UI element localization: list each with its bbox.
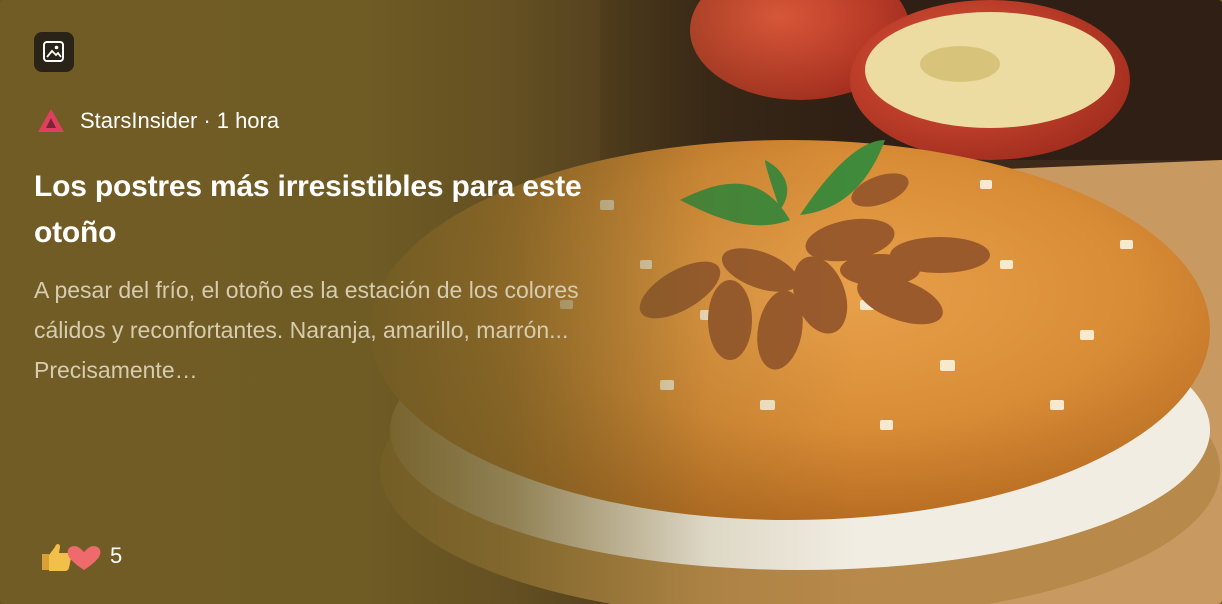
- reaction-count: 5: [110, 543, 123, 568]
- source-name[interactable]: StarsInsider: [80, 108, 197, 134]
- image-gallery-icon: [43, 41, 64, 62]
- news-card[interactable]: StarsInsider · 1 hora Los postres más ir…: [0, 0, 1222, 604]
- reaction-icons: [42, 544, 101, 571]
- reactions-summary[interactable]: 5: [36, 536, 122, 576]
- gallery-button[interactable]: [34, 32, 74, 72]
- article-description: A pesar del frío, el otoño es la estació…: [34, 270, 594, 390]
- article-source[interactable]: StarsInsider · 1 hora: [36, 106, 279, 136]
- heart-icon: [67, 546, 101, 570]
- article-title[interactable]: Los postres más irresistibles para este …: [34, 164, 594, 256]
- publish-time: 1 hora: [216, 108, 280, 133]
- starsinsider-logo-icon: [38, 109, 64, 132]
- article-description-text: A pesar del frío, el otoño es la estació…: [34, 277, 579, 383]
- source-separator: ·: [203, 108, 211, 133]
- thumbs-up-icon: [42, 544, 72, 571]
